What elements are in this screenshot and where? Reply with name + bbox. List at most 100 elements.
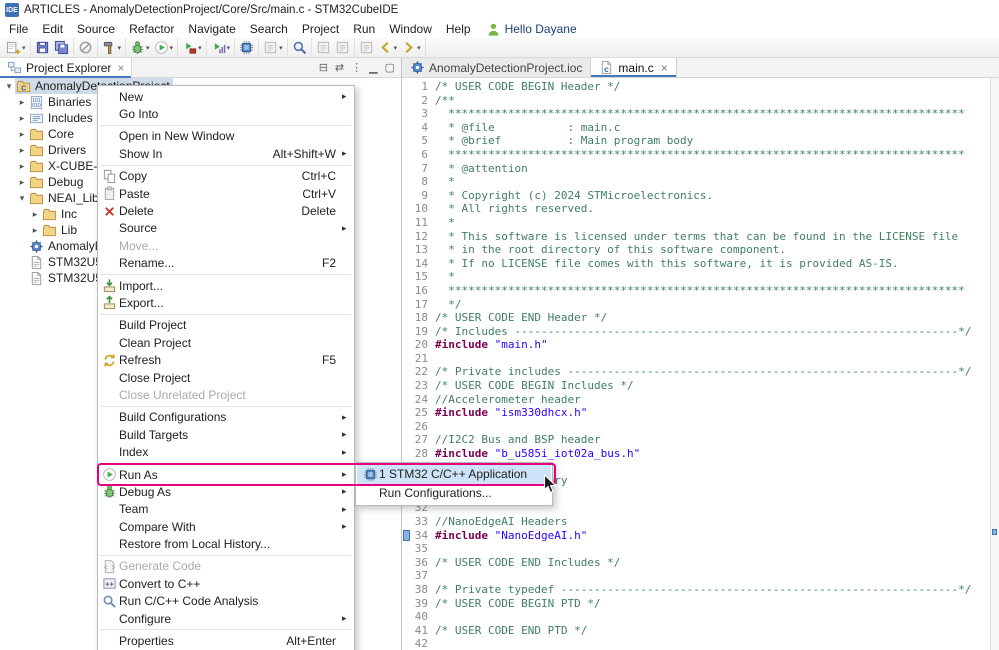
context-menu-item-generate-code[interactable]: Generate Code [99, 558, 353, 575]
user-chip[interactable]: Hello Dayane [486, 22, 577, 37]
new-c-element-icon[interactable]: ▾ [261, 39, 285, 56]
run-as-submenu-item-run-configurations[interactable]: Run Configurations... [357, 484, 551, 503]
annotation-ruler [402, 624, 411, 638]
dropdown-caret-icon[interactable]: ▾ [198, 44, 202, 52]
minimize-icon[interactable]: ▁ [369, 61, 377, 74]
code-text: * @file : main.c [433, 121, 620, 135]
context-menu-item-index[interactable]: Index▸ [99, 443, 353, 460]
flash-programmer-icon[interactable] [237, 39, 256, 56]
menu-item-label: Go Into [119, 107, 336, 121]
menu-file[interactable]: File [2, 21, 35, 37]
editor-tab-anomalydetectionproject-ioc[interactable]: AnomalyDetectionProject.ioc [402, 58, 591, 77]
editor-tab-main-c[interactable]: cmain.c× [591, 58, 676, 77]
code-line-13: 13 * in the root directory of this softw… [402, 243, 990, 257]
dropdown-caret-icon[interactable]: ▾ [227, 44, 231, 52]
context-menu-item-source[interactable]: Source▸ [99, 220, 353, 237]
code-line-9: 9 * Copyright (c) 2024 STMicroelectronic… [402, 189, 990, 203]
overview-ruler[interactable] [990, 78, 999, 650]
run-icon[interactable]: ▾ [152, 39, 176, 56]
dropdown-caret-icon[interactable]: ▾ [279, 44, 283, 52]
context-menu-item-build-project[interactable]: Build Project [99, 317, 353, 334]
dropdown-caret-icon[interactable]: ▾ [170, 44, 174, 52]
line-number: 18 [411, 311, 433, 325]
code-text: /* Private typedef ---------------------… [433, 583, 971, 597]
close-tab-icon[interactable]: × [661, 61, 668, 75]
context-menu-item-run-c-c-code-analysis[interactable]: Run C/C++ Code Analysis [99, 593, 353, 610]
context-menu-item-close-project[interactable]: Close Project [99, 369, 353, 386]
menu-window[interactable]: Window [382, 21, 439, 37]
context-menu-item-import[interactable]: Import... [99, 277, 353, 294]
line-number: 2 [411, 94, 433, 108]
maximize-icon[interactable]: ▢ [385, 61, 395, 74]
context-menu-item-show-in[interactable]: Show InAlt+Shift+W▸ [99, 145, 353, 162]
toggle-mark-occurrences-icon[interactable] [314, 39, 333, 56]
context-menu-item-move[interactable]: Move... [99, 237, 353, 254]
context-menu-item-team[interactable]: Team▸ [99, 501, 353, 518]
run-as-submenu-item-1-stm32-c-c-application[interactable]: 1 STM32 C/C++ Application [357, 465, 551, 484]
menu-search[interactable]: Search [243, 21, 295, 37]
context-menu-item-configure[interactable]: Configure▸ [99, 610, 353, 627]
link-with-editor-icon[interactable]: ⇄ [335, 61, 344, 74]
forward-icon[interactable]: ▾ [399, 39, 423, 56]
context-menu-item-restore-from-local-history[interactable]: Restore from Local History... [99, 535, 353, 552]
menu-source[interactable]: Source [70, 21, 122, 37]
context-menu-item-build-targets[interactable]: Build Targets▸ [99, 426, 353, 443]
menu-edit[interactable]: Edit [35, 21, 70, 37]
context-menu-item-refresh[interactable]: RefreshF5 [99, 351, 353, 368]
search-icon[interactable] [290, 39, 309, 56]
menu-run[interactable]: Run [346, 21, 382, 37]
dropdown-caret-icon[interactable]: ▾ [118, 44, 122, 52]
context-menu-item-build-configurations[interactable]: Build Configurations▸ [99, 409, 353, 426]
context-menu-item-compare-with[interactable]: Compare With▸ [99, 518, 353, 535]
context-menu-item-delete[interactable]: DeleteDelete [99, 202, 353, 219]
back-icon[interactable]: ▾ [376, 39, 400, 56]
project-explorer-tab[interactable]: Project Explorer × [0, 58, 132, 78]
new-wizard-icon[interactable]: ▾ [4, 39, 28, 56]
external-tools-icon[interactable]: ▾ [180, 39, 204, 56]
menu-help[interactable]: Help [439, 21, 478, 37]
debug-icon[interactable]: ▾ [128, 39, 152, 56]
menu-navigate[interactable]: Navigate [181, 21, 242, 37]
code-text [433, 610, 435, 624]
context-menu-item-debug-as[interactable]: Debug As▸ [99, 483, 353, 500]
collapse-all-icon[interactable]: ⊟ [319, 61, 328, 74]
save-all-icon[interactable] [52, 39, 71, 56]
view-menu-icon[interactable]: ⋮ [351, 61, 362, 74]
context-menu-item-rename[interactable]: Rename...F2 [99, 255, 353, 272]
submenu-arrow-icon: ▸ [342, 223, 353, 234]
menu-refactor[interactable]: Refactor [122, 21, 181, 37]
menu-project[interactable]: Project [295, 21, 346, 37]
close-view-icon[interactable]: × [117, 61, 124, 75]
build-icon[interactable]: ▾ [100, 39, 124, 56]
dropdown-caret-icon[interactable]: ▾ [417, 44, 421, 52]
last-edit-location-icon[interactable] [357, 39, 376, 56]
code-text: ****************************************… [433, 107, 965, 121]
dropdown-caret-icon[interactable]: ▾ [146, 44, 150, 52]
submenu-arrow-icon: ▸ [342, 447, 353, 458]
menu-separator [101, 406, 351, 407]
menu-item-label: Generate Code [119, 559, 336, 573]
context-menu-item-properties[interactable]: PropertiesAlt+Enter [99, 632, 353, 649]
code-text: /* USER CODE END PTD */ [433, 624, 587, 638]
context-menu-item-paste[interactable]: PasteCtrl+V [99, 185, 353, 202]
skip-all-breakpoints-icon[interactable] [76, 39, 95, 56]
context-menu-item-clean-project[interactable]: Clean Project [99, 334, 353, 351]
profile-icon[interactable]: ▾ [209, 39, 233, 56]
dropdown-caret-icon[interactable]: ▾ [394, 44, 398, 52]
code-editor[interactable]: 1/* USER CODE BEGIN Header */2/**3 *****… [402, 78, 990, 650]
context-menu-item-new[interactable]: New▸ [99, 88, 353, 105]
context-menu-item-export[interactable]: Export... [99, 294, 353, 311]
save-icon[interactable] [33, 39, 52, 56]
line-number: 22 [411, 365, 433, 379]
context-menu-item-open-in-new-window[interactable]: Open in New Window [99, 128, 353, 145]
context-menu-item-convert-to-c[interactable]: ++Convert to C++ [99, 575, 353, 592]
line-number: 17 [411, 298, 433, 312]
context-menu-item-run-as[interactable]: Run As▸ [99, 466, 353, 483]
menu-item-label: Close Project [119, 371, 336, 385]
context-menu-item-go-into[interactable]: Go Into [99, 105, 353, 122]
context-menu-item-close-unrelated-project[interactable]: Close Unrelated Project [99, 386, 353, 403]
dropdown-caret-icon[interactable]: ▾ [22, 44, 26, 52]
annotation-ruler [402, 365, 411, 379]
context-menu-item-copy[interactable]: CopyCtrl+C [99, 168, 353, 185]
show-annotations-icon[interactable] [333, 39, 352, 56]
